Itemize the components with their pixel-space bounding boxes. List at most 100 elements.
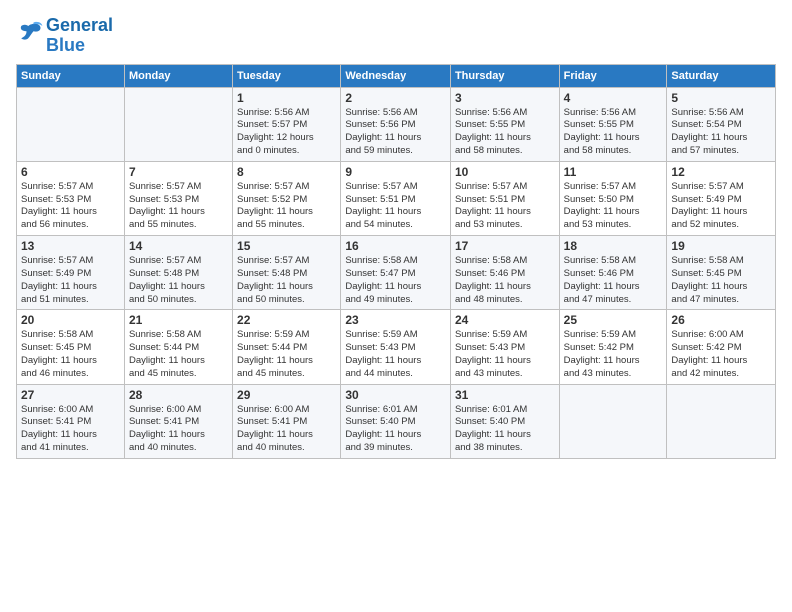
day-info: Sunrise: 5:57 AM Sunset: 5:49 PM Dayligh… (671, 181, 771, 232)
day-number: 4 (564, 91, 663, 105)
day-number: 24 (455, 313, 555, 327)
calendar-cell (559, 384, 667, 458)
day-number: 14 (129, 239, 228, 253)
calendar-cell: 20Sunrise: 5:58 AM Sunset: 5:45 PM Dayli… (17, 310, 125, 384)
header-monday: Monday (124, 64, 232, 87)
day-info: Sunrise: 5:58 AM Sunset: 5:46 PM Dayligh… (564, 255, 663, 306)
day-number: 1 (237, 91, 336, 105)
day-info: Sunrise: 6:01 AM Sunset: 5:40 PM Dayligh… (455, 404, 555, 455)
calendar-cell: 23 Sunrise: 5:59 AM Sunset: 5:43 PM Dayli… (341, 310, 451, 384)
day-number: 5 (671, 91, 771, 105)
calendar-cell: 6Sunrise: 5:57 AM Sunset: 5:53 PM Daylig… (17, 161, 125, 235)
day-info: Sunrise: 5:58 AM Sunset: 5:45 PM Dayligh… (21, 329, 120, 380)
day-number: 21 (129, 313, 228, 327)
logo: General Blue (16, 16, 113, 56)
calendar-cell (17, 87, 125, 161)
calendar-cell: 14 Sunrise: 5:57 AM Sunset: 5:48 PM Dayli… (124, 236, 232, 310)
day-info: Sunrise: 5:59 AM Sunset: 5:43 PM Dayligh… (455, 329, 555, 380)
day-info: Sunrise: 5:58 AM Sunset: 5:46 PM Dayligh… (455, 255, 555, 306)
day-info: Sunrise: 5:57 AM Sunset: 5:48 PM Dayligh… (237, 255, 336, 306)
day-info: Sunrise: 5:57 AM Sunset: 5:51 PM Dayligh… (345, 181, 446, 232)
calendar-cell: 15Sunrise: 5:57 AM Sunset: 5:48 PM Dayli… (233, 236, 341, 310)
day-number: 3 (455, 91, 555, 105)
calendar-cell: 3 Sunrise: 5:56 AM Sunset: 5:55 PM Daylig… (450, 87, 559, 161)
calendar-cell: 22Sunrise: 5:59 AM Sunset: 5:44 PM Dayli… (233, 310, 341, 384)
calendar-cell: 27Sunrise: 6:00 AM Sunset: 5:41 PM Dayli… (17, 384, 125, 458)
header-thursday: Thursday (450, 64, 559, 87)
day-info: Sunrise: 5:59 AM Sunset: 5:43 PM Dayligh… (345, 329, 446, 380)
calendar-cell: 2 Sunrise: 5:56 AM Sunset: 5:56 PM Daylig… (341, 87, 451, 161)
day-number: 25 (564, 313, 663, 327)
header-tuesday: Tuesday (233, 64, 341, 87)
day-number: 12 (671, 165, 771, 179)
day-info: Sunrise: 5:57 AM Sunset: 5:50 PM Dayligh… (564, 181, 663, 232)
day-info: Sunrise: 5:56 AM Sunset: 5:56 PM Dayligh… (345, 107, 446, 158)
day-number: 10 (455, 165, 555, 179)
day-info: Sunrise: 6:00 AM Sunset: 5:41 PM Dayligh… (129, 404, 228, 455)
calendar-week-1: 1Sunrise: 5:56 AM Sunset: 5:57 PM Daylig… (17, 87, 776, 161)
calendar-week-5: 27Sunrise: 6:00 AM Sunset: 5:41 PM Dayli… (17, 384, 776, 458)
day-number: 16 (345, 239, 446, 253)
calendar-table: SundayMondayTuesdayWednesdayThursdayFrid… (16, 64, 776, 459)
calendar-cell: 1Sunrise: 5:56 AM Sunset: 5:57 PM Daylig… (233, 87, 341, 161)
day-info: Sunrise: 5:59 AM Sunset: 5:42 PM Dayligh… (564, 329, 663, 380)
day-info: Sunrise: 5:58 AM Sunset: 5:45 PM Dayligh… (671, 255, 771, 306)
calendar-cell: 11 Sunrise: 5:57 AM Sunset: 5:50 PM Dayli… (559, 161, 667, 235)
page-header: General Blue (16, 16, 776, 56)
day-info: Sunrise: 5:56 AM Sunset: 5:54 PM Dayligh… (671, 107, 771, 158)
day-info: Sunrise: 6:00 AM Sunset: 5:41 PM Dayligh… (237, 404, 336, 455)
calendar-cell: 10 Sunrise: 5:57 AM Sunset: 5:51 PM Dayli… (450, 161, 559, 235)
day-info: Sunrise: 5:58 AM Sunset: 5:47 PM Dayligh… (345, 255, 446, 306)
calendar-week-4: 20Sunrise: 5:58 AM Sunset: 5:45 PM Dayli… (17, 310, 776, 384)
calendar-cell: 16 Sunrise: 5:58 AM Sunset: 5:47 PM Dayli… (341, 236, 451, 310)
calendar-cell: 18 Sunrise: 5:58 AM Sunset: 5:46 PM Dayli… (559, 236, 667, 310)
calendar-cell: 17 Sunrise: 5:58 AM Sunset: 5:46 PM Dayli… (450, 236, 559, 310)
day-number: 18 (564, 239, 663, 253)
calendar-cell: 8Sunrise: 5:57 AM Sunset: 5:52 PM Daylig… (233, 161, 341, 235)
calendar-cell (667, 384, 776, 458)
day-info: Sunrise: 6:00 AM Sunset: 5:42 PM Dayligh… (671, 329, 771, 380)
calendar-cell: 21 Sunrise: 5:58 AM Sunset: 5:44 PM Dayli… (124, 310, 232, 384)
day-info: Sunrise: 5:57 AM Sunset: 5:49 PM Dayligh… (21, 255, 120, 306)
calendar-cell: 30 Sunrise: 6:01 AM Sunset: 5:40 PM Dayli… (341, 384, 451, 458)
calendar-cell (124, 87, 232, 161)
day-number: 8 (237, 165, 336, 179)
day-info: Sunrise: 5:57 AM Sunset: 5:53 PM Dayligh… (129, 181, 228, 232)
calendar-cell: 19Sunrise: 5:58 AM Sunset: 5:45 PM Dayli… (667, 236, 776, 310)
day-info: Sunrise: 5:57 AM Sunset: 5:48 PM Dayligh… (129, 255, 228, 306)
calendar-cell: 13 Sunrise: 5:57 AM Sunset: 5:49 PM Dayli… (17, 236, 125, 310)
day-number: 13 (21, 239, 120, 253)
calendar-cell: 24 Sunrise: 5:59 AM Sunset: 5:43 PM Dayli… (450, 310, 559, 384)
logo-bird-icon (16, 19, 44, 47)
calendar-cell: 9Sunrise: 5:57 AM Sunset: 5:51 PM Daylig… (341, 161, 451, 235)
day-number: 28 (129, 388, 228, 402)
day-number: 7 (129, 165, 228, 179)
day-info: Sunrise: 5:56 AM Sunset: 5:55 PM Dayligh… (564, 107, 663, 158)
header-saturday: Saturday (667, 64, 776, 87)
day-number: 17 (455, 239, 555, 253)
day-number: 31 (455, 388, 555, 402)
day-info: Sunrise: 5:57 AM Sunset: 5:51 PM Dayligh… (455, 181, 555, 232)
calendar-cell: 5 Sunrise: 5:56 AM Sunset: 5:54 PM Daylig… (667, 87, 776, 161)
day-number: 2 (345, 91, 446, 105)
calendar-cell: 12 Sunrise: 5:57 AM Sunset: 5:49 PM Dayli… (667, 161, 776, 235)
calendar-week-3: 13 Sunrise: 5:57 AM Sunset: 5:49 PM Dayli… (17, 236, 776, 310)
day-number: 11 (564, 165, 663, 179)
header-friday: Friday (559, 64, 667, 87)
day-number: 26 (671, 313, 771, 327)
calendar-week-2: 6Sunrise: 5:57 AM Sunset: 5:53 PM Daylig… (17, 161, 776, 235)
calendar-cell: 31 Sunrise: 6:01 AM Sunset: 5:40 PM Dayli… (450, 384, 559, 458)
calendar-cell: 29 Sunrise: 6:00 AM Sunset: 5:41 PM Dayli… (233, 384, 341, 458)
day-info: Sunrise: 5:58 AM Sunset: 5:44 PM Dayligh… (129, 329, 228, 380)
day-number: 30 (345, 388, 446, 402)
calendar-cell: 26 Sunrise: 6:00 AM Sunset: 5:42 PM Dayli… (667, 310, 776, 384)
header-wednesday: Wednesday (341, 64, 451, 87)
calendar-cell: 7 Sunrise: 5:57 AM Sunset: 5:53 PM Daylig… (124, 161, 232, 235)
calendar-cell: 28 Sunrise: 6:00 AM Sunset: 5:41 PM Dayli… (124, 384, 232, 458)
day-info: Sunrise: 5:56 AM Sunset: 5:55 PM Dayligh… (455, 107, 555, 158)
day-info: Sunrise: 6:00 AM Sunset: 5:41 PM Dayligh… (21, 404, 120, 455)
day-number: 23 (345, 313, 446, 327)
calendar-cell: 4 Sunrise: 5:56 AM Sunset: 5:55 PM Daylig… (559, 87, 667, 161)
day-info: Sunrise: 6:01 AM Sunset: 5:40 PM Dayligh… (345, 404, 446, 455)
day-number: 29 (237, 388, 336, 402)
